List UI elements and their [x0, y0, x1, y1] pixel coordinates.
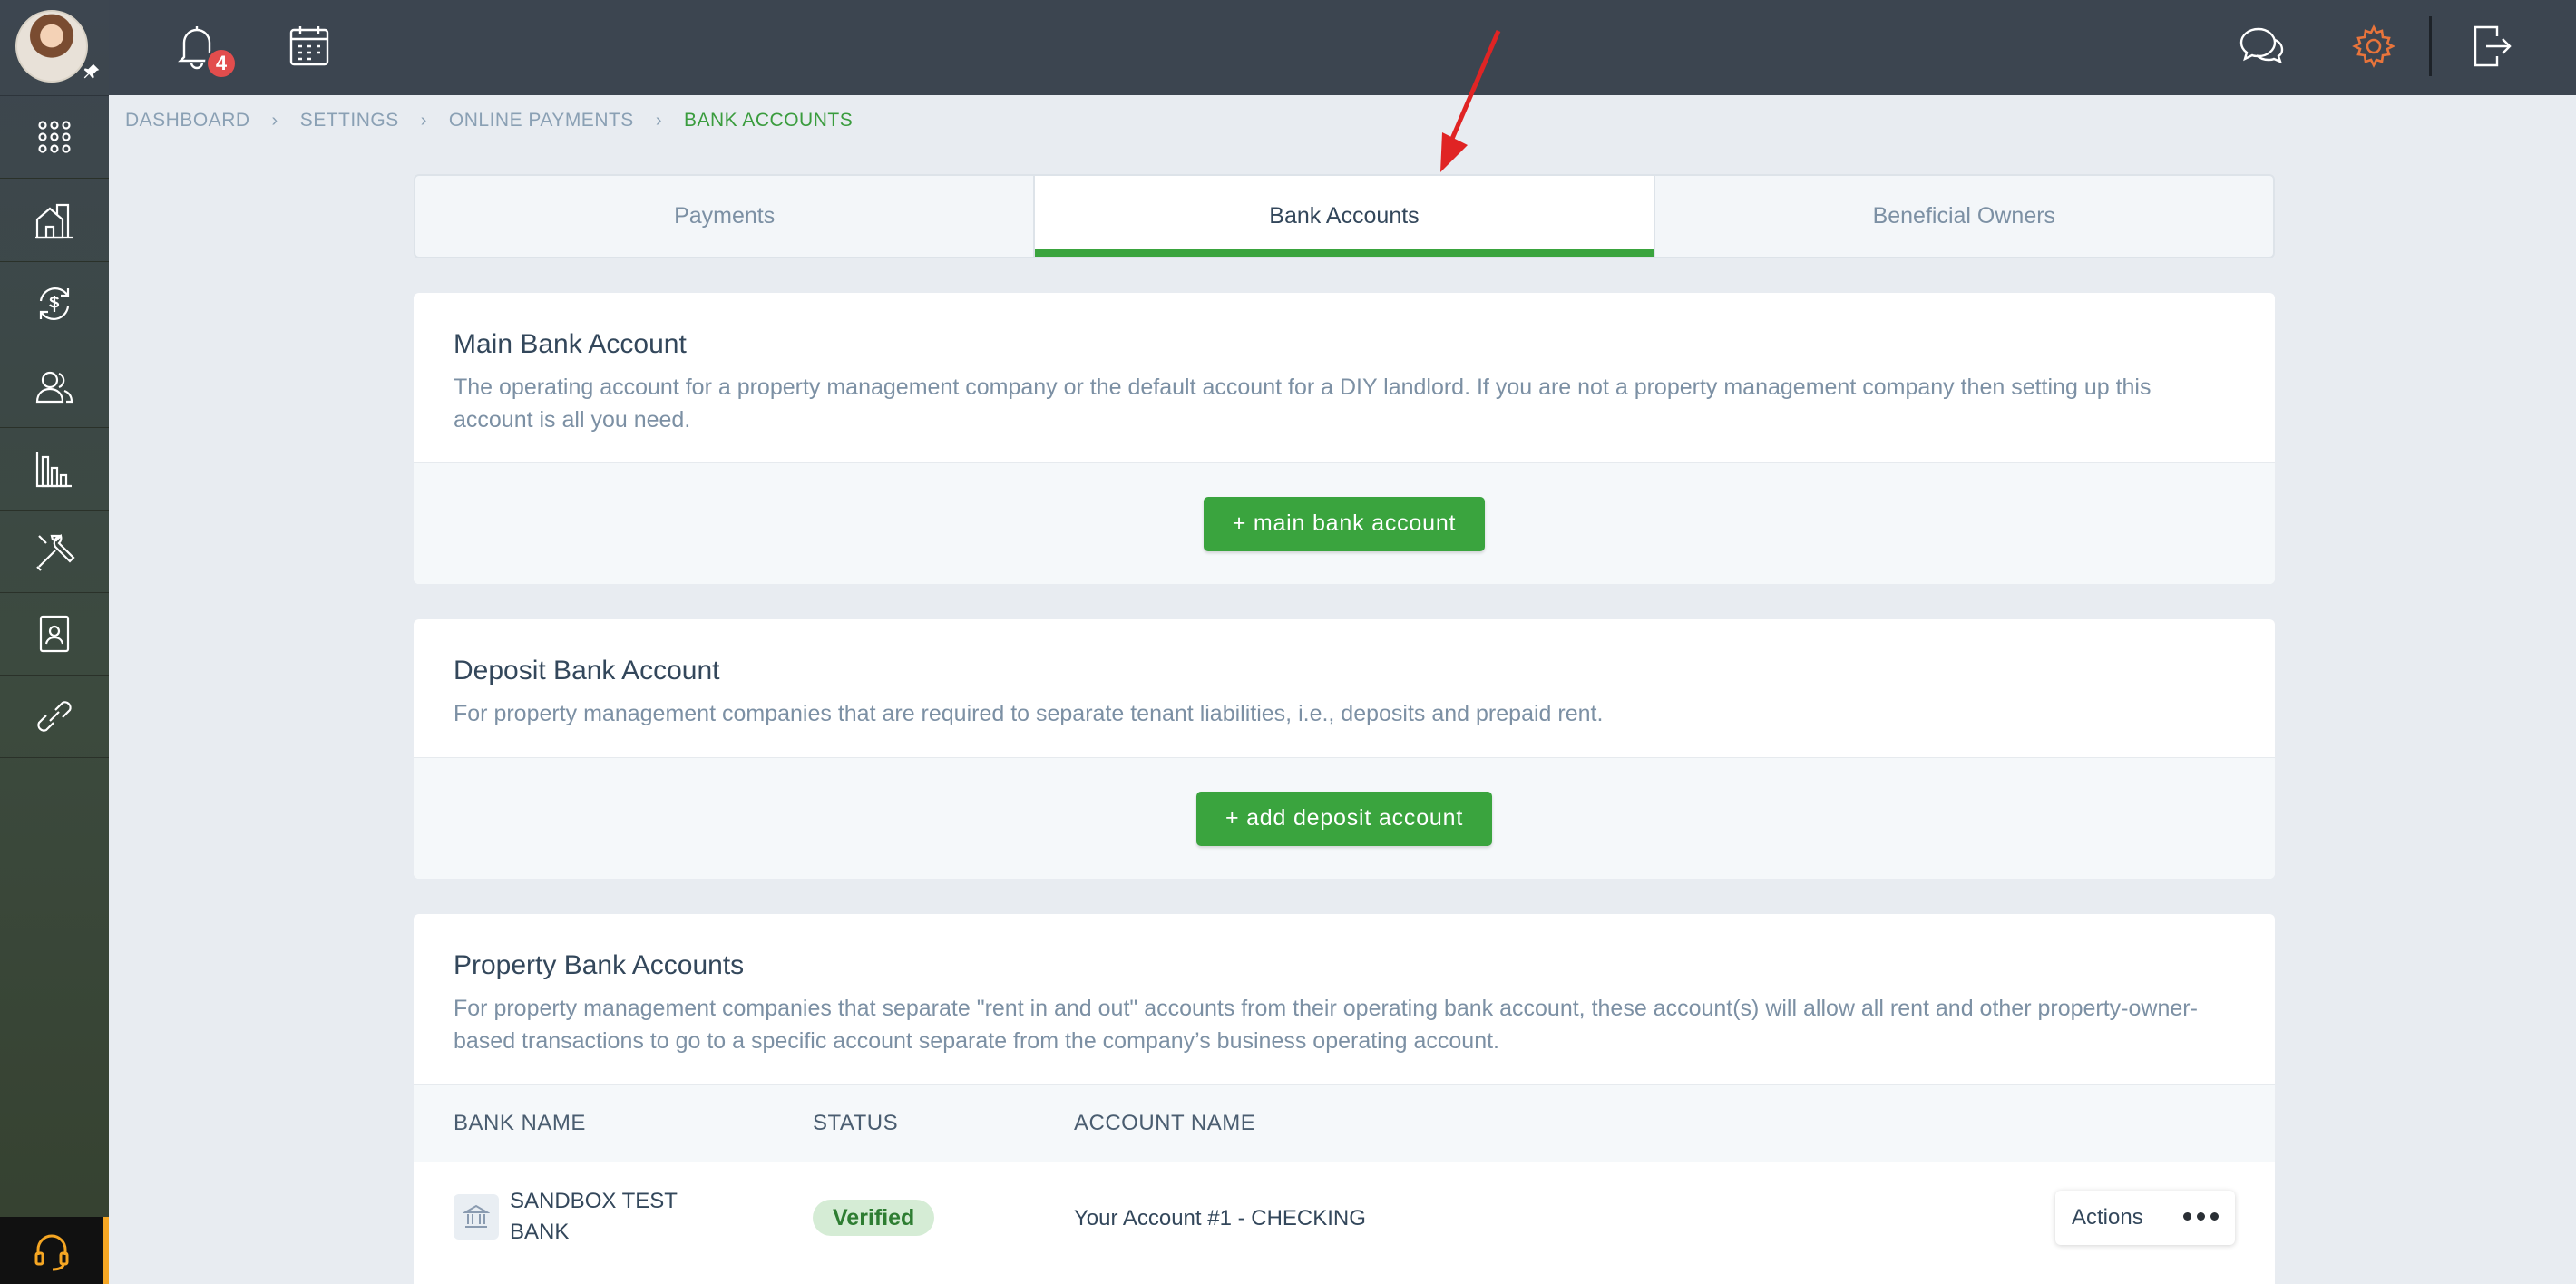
breadcrumb-settings[interactable]: SETTINGS [300, 110, 399, 131]
sidebar-item-apps[interactable] [0, 96, 109, 179]
column-header-status[interactable]: STATUS [813, 1085, 898, 1162]
status-badge: Verified [813, 1200, 935, 1236]
logout-button[interactable] [2467, 22, 2516, 71]
more-dots-icon[interactable] [2183, 1212, 2219, 1221]
support-button[interactable] [0, 1217, 109, 1284]
top-bar: 4 [109, 0, 2576, 95]
bank-name-line1: SANDBOX TEST [510, 1189, 678, 1213]
settings-tabs: Payments Bank Accounts Beneficial Owners [414, 174, 2275, 258]
calendar-button[interactable] [285, 22, 334, 71]
money-cycle-icon [39, 287, 70, 320]
logout-icon [2474, 25, 2512, 67]
notification-badge: 4 [205, 47, 238, 80]
annotation-arrow [1440, 30, 1501, 172]
sidebar-item-maintenance[interactable] [0, 511, 109, 593]
sidebar [0, 0, 109, 1284]
headset-icon [34, 1234, 69, 1271]
main-bank-account-card: Main Bank Account The operating account … [414, 293, 2275, 584]
tab-payments[interactable]: Payments [415, 176, 1033, 257]
add-main-bank-account-button[interactable]: + main bank account [1203, 496, 1486, 551]
avatar[interactable] [15, 10, 88, 83]
breadcrumb: DASHBOARD › SETTINGS › ONLINE PAYMENTS ›… [125, 107, 853, 134]
breadcrumb-bank-accounts: BANK ACCOUNTS [684, 110, 854, 131]
column-header-bank-name[interactable]: BANK NAME [454, 1085, 586, 1162]
breadcrumb-online-payments[interactable]: ONLINE PAYMENTS [449, 110, 634, 131]
card-description: The operating account for a property man… [454, 374, 2152, 433]
user-profile[interactable] [0, 0, 109, 96]
sidebar-item-reports[interactable] [0, 428, 109, 511]
table-header: BANK NAME STATUS ACCOUNT NAME [414, 1084, 2275, 1162]
tab-bank-accounts[interactable]: Bank Accounts [1033, 176, 1654, 257]
bank-name-line2: BANK [510, 1220, 570, 1244]
sidebar-item-people[interactable] [0, 345, 109, 428]
add-deposit-account-button[interactable]: + add deposit account [1195, 791, 1493, 846]
bank-icon [454, 1194, 499, 1240]
chevron-right-icon: › [655, 110, 662, 131]
top-divider [2429, 16, 2432, 76]
card-title: Main Bank Account [454, 329, 687, 359]
chat-bubbles-icon [2239, 27, 2284, 64]
property-bank-accounts-card: Property Bank Accounts For property mana… [414, 914, 2275, 1284]
chevron-right-icon: › [271, 110, 278, 131]
deposit-bank-account-card: Deposit Bank Account For property manage… [414, 619, 2275, 879]
bar-chart-icon [35, 452, 72, 488]
sidebar-item-accounting[interactable] [0, 263, 109, 345]
account-name: Your Account #1 - CHECKING [1074, 1206, 1366, 1230]
tools-icon [36, 533, 75, 571]
breadcrumb-dashboard[interactable]: DASHBOARD [125, 110, 250, 131]
pin-icon[interactable] [82, 62, 102, 82]
gear-icon [2352, 24, 2395, 68]
people-icon [35, 371, 73, 404]
tab-beneficial-owners[interactable]: Beneficial Owners [1653, 176, 2273, 257]
contact-card-icon [39, 615, 70, 653]
sidebar-item-tenants[interactable] [0, 593, 109, 676]
column-header-account-name[interactable]: ACCOUNT NAME [1074, 1085, 1255, 1162]
buildings-icon [35, 203, 73, 239]
actions-label: Actions [2072, 1205, 2143, 1230]
sidebar-item-integrations[interactable] [0, 676, 109, 758]
chevron-right-icon: › [420, 110, 427, 131]
card-description: For property management companies that s… [454, 996, 2198, 1054]
card-title: Property Bank Accounts [454, 950, 745, 980]
settings-button[interactable] [2349, 22, 2398, 71]
messages-button[interactable] [2237, 22, 2286, 71]
table-row[interactable]: SANDBOX TEST BANK Verified Your Account … [414, 1162, 2275, 1274]
calendar-icon [289, 26, 329, 66]
actions-button[interactable]: Actions [2055, 1191, 2235, 1245]
card-description: For property management companies that a… [454, 701, 1604, 726]
grid-icon [38, 121, 71, 153]
sidebar-item-properties[interactable] [0, 180, 109, 262]
card-title: Deposit Bank Account [454, 656, 720, 686]
link-icon [37, 701, 72, 732]
